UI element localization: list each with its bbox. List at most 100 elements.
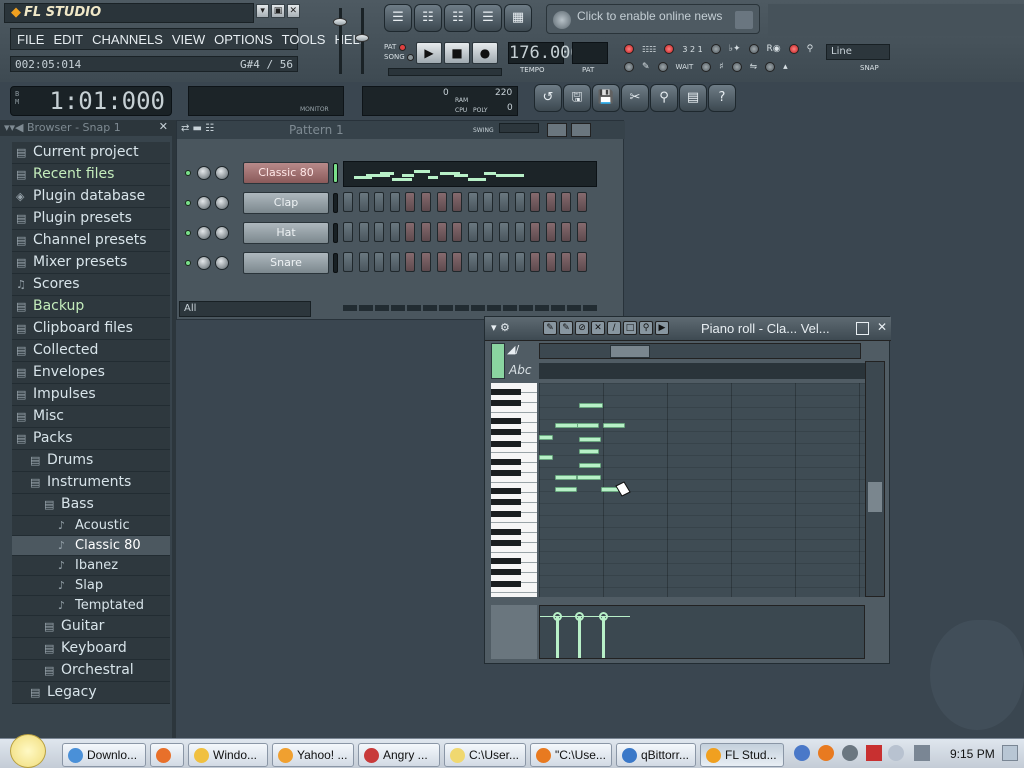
channel-select-indicator[interactable] bbox=[333, 223, 338, 243]
taskbar-button[interactable]: qBittorr... bbox=[616, 743, 696, 767]
step-button[interactable] bbox=[530, 222, 541, 242]
draw-tool-icon[interactable]: ✎ bbox=[543, 321, 557, 335]
black-key[interactable] bbox=[491, 417, 521, 424]
step-button[interactable] bbox=[545, 252, 556, 272]
step-button[interactable] bbox=[421, 222, 431, 242]
playback-tool-icon[interactable]: ▶ bbox=[655, 321, 669, 335]
swing-slider[interactable] bbox=[499, 123, 539, 133]
snap-led-icon[interactable] bbox=[765, 62, 776, 72]
channel-mute-led-icon[interactable] bbox=[185, 170, 191, 176]
note[interactable] bbox=[555, 487, 577, 492]
step-button[interactable] bbox=[405, 192, 416, 212]
browser-item[interactable]: ♫ Scores bbox=[12, 274, 170, 296]
taskbar-button[interactable]: "C:\Use... bbox=[530, 743, 612, 767]
pan-knob[interactable] bbox=[197, 166, 211, 180]
step-button[interactable] bbox=[421, 192, 431, 212]
channel-mute-led-icon[interactable] bbox=[185, 260, 191, 266]
velocity-lane[interactable] bbox=[539, 605, 865, 659]
overdub-led-icon[interactable] bbox=[701, 62, 712, 72]
black-key[interactable] bbox=[491, 458, 521, 465]
black-key[interactable] bbox=[491, 569, 521, 576]
step-sequencer-icon[interactable]: ☷ bbox=[414, 4, 442, 32]
snap-select[interactable]: Line bbox=[826, 44, 890, 60]
step-button[interactable] bbox=[561, 252, 572, 272]
menu-channels[interactable]: CHANNELS bbox=[92, 31, 163, 47]
maximize-icon[interactable] bbox=[856, 322, 869, 335]
browser-item[interactable]: ♪ Acoustic bbox=[12, 516, 170, 536]
browser-item[interactable]: ▤ Instruments bbox=[12, 472, 170, 494]
browser-item[interactable]: ▤ Mixer presets bbox=[12, 252, 170, 274]
black-key[interactable] bbox=[491, 499, 521, 506]
step-button[interactable] bbox=[499, 222, 509, 242]
step-button[interactable] bbox=[561, 222, 572, 242]
step-button[interactable] bbox=[452, 192, 463, 212]
select-tool-icon[interactable]: □ bbox=[623, 321, 637, 335]
search-tray-icon[interactable] bbox=[818, 745, 834, 761]
pan-knob[interactable] bbox=[197, 196, 211, 210]
news-panel[interactable]: Click to enable online news bbox=[546, 4, 760, 34]
vertical-scrollbar[interactable] bbox=[865, 361, 885, 597]
step-button[interactable] bbox=[374, 222, 385, 242]
export-icon[interactable]: 💾 bbox=[592, 84, 620, 112]
slice-tool-icon[interactable]: ∕ bbox=[607, 321, 621, 335]
step-button[interactable] bbox=[389, 192, 400, 212]
mute-tool-icon[interactable]: ✕ bbox=[591, 321, 605, 335]
note[interactable] bbox=[555, 423, 579, 428]
black-key[interactable] bbox=[491, 441, 521, 447]
browser-item[interactable]: ◈ Plugin database bbox=[12, 186, 170, 208]
clock[interactable]: 9:15 PM bbox=[950, 747, 995, 761]
record-button[interactable]: ● bbox=[472, 42, 498, 64]
note[interactable] bbox=[579, 437, 601, 442]
note[interactable] bbox=[555, 475, 577, 480]
volume-knob[interactable] bbox=[215, 166, 229, 180]
step-button[interactable] bbox=[499, 192, 509, 212]
step-button[interactable] bbox=[405, 252, 416, 272]
step-button[interactable] bbox=[577, 192, 587, 212]
step-button[interactable] bbox=[374, 252, 385, 272]
note[interactable] bbox=[603, 423, 625, 428]
zoom-handles-icon[interactable]: ◢∕ bbox=[507, 343, 537, 359]
volume-knob[interactable] bbox=[215, 196, 229, 210]
step-button[interactable] bbox=[467, 252, 478, 272]
menu-edit[interactable]: EDIT bbox=[53, 31, 83, 47]
browser-item[interactable]: ▤ Channel presets bbox=[12, 230, 170, 252]
black-key[interactable] bbox=[491, 400, 521, 407]
taskbar-button[interactable] bbox=[150, 743, 184, 767]
step-button[interactable] bbox=[343, 222, 353, 242]
tempo-display[interactable]: 176.000 bbox=[508, 42, 581, 64]
chat-tray-icon[interactable] bbox=[888, 745, 904, 761]
black-key[interactable] bbox=[491, 487, 521, 494]
show-desktop-icon[interactable] bbox=[1002, 745, 1018, 761]
graph-editor-icon[interactable] bbox=[547, 123, 567, 137]
taskbar-button[interactable]: C:\User... bbox=[444, 743, 526, 767]
channel-mute-led-icon[interactable] bbox=[185, 230, 191, 236]
browser-item[interactable]: ▤ Clipboard files bbox=[12, 318, 170, 340]
step-button[interactable] bbox=[436, 252, 447, 272]
pattern-title[interactable]: Pattern 1 bbox=[289, 123, 344, 137]
blend-led-icon[interactable] bbox=[788, 44, 799, 54]
note[interactable] bbox=[579, 463, 601, 468]
browser-item[interactable]: ▤ Drums bbox=[12, 450, 170, 472]
channel-button[interactable]: Classic 80 bbox=[243, 162, 329, 184]
volume-knob[interactable] bbox=[215, 256, 229, 270]
velocity-bar[interactable] bbox=[553, 612, 562, 658]
step-button[interactable] bbox=[343, 252, 353, 272]
step-button[interactable] bbox=[452, 222, 463, 242]
loop-record-led-icon[interactable] bbox=[748, 44, 759, 54]
black-key[interactable] bbox=[491, 388, 521, 395]
channel-select-indicator[interactable] bbox=[333, 163, 338, 183]
pattern-selector[interactable] bbox=[572, 42, 608, 64]
step-button[interactable] bbox=[514, 252, 525, 272]
playlist-icon[interactable]: ☰ bbox=[384, 4, 412, 32]
black-key[interactable] bbox=[491, 540, 521, 547]
timeline-ruler[interactable] bbox=[539, 363, 865, 379]
volume-tray-icon[interactable] bbox=[914, 745, 930, 761]
taskbar-button[interactable]: Angry ... bbox=[358, 743, 440, 767]
undo-icon[interactable]: ↺ bbox=[534, 84, 562, 112]
browser-item[interactable]: ▤ Packs bbox=[12, 428, 170, 450]
taskbar-button[interactable]: FL Stud... bbox=[700, 743, 784, 767]
qbittorrent-tray-icon[interactable] bbox=[794, 745, 810, 761]
black-key[interactable] bbox=[491, 581, 521, 587]
step-button[interactable] bbox=[358, 222, 369, 242]
browser-item[interactable]: ▤ Plugin presets bbox=[12, 208, 170, 230]
